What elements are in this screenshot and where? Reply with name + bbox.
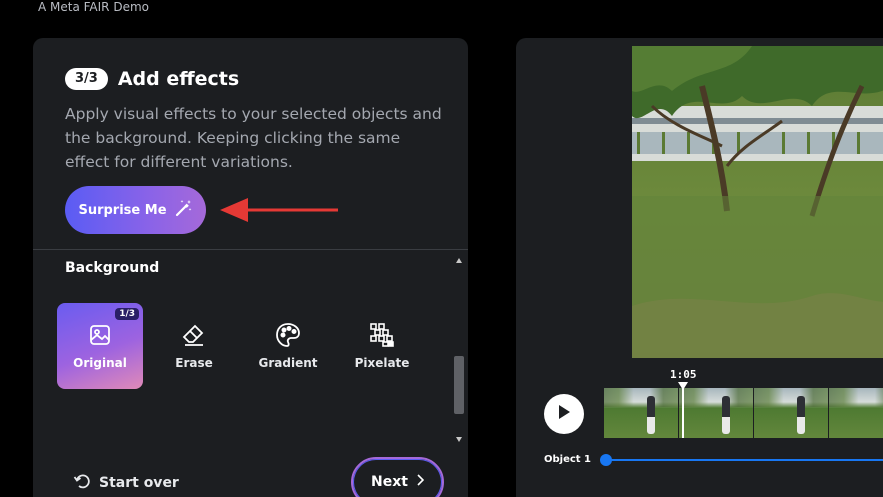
effect-gradient[interactable]: Gradient <box>245 303 331 389</box>
page-title: Add effects <box>117 68 240 90</box>
app-top-label: A Meta FAIR Demo <box>38 0 149 14</box>
filmstrip-frame <box>754 388 828 438</box>
play-icon <box>557 404 571 424</box>
video-panel: 1:05 Object 1 <box>516 38 883 497</box>
effects-scrollbar[interactable] <box>453 252 465 448</box>
effect-pixelate[interactable]: Pixelate <box>339 303 425 389</box>
pixelate-icon <box>369 322 395 348</box>
surprise-me-button[interactable]: Surprise Me <box>65 186 206 234</box>
panel-description: Apply visual effects to your selected ob… <box>65 105 442 171</box>
effect-label: Original <box>73 356 127 370</box>
next-label: Next <box>371 474 408 490</box>
start-over-button[interactable]: Start over <box>73 472 179 494</box>
surprise-me-label: Surprise Me <box>78 202 167 218</box>
object-track-handle[interactable] <box>600 454 612 466</box>
next-button[interactable]: Next <box>351 457 444 497</box>
undo-icon <box>73 472 91 494</box>
effect-drop[interactable] <box>245 422 331 450</box>
scroll-down-icon[interactable] <box>456 437 462 442</box>
effect-original[interactable]: 1/3 Original <box>57 303 143 389</box>
play-button[interactable] <box>544 394 584 434</box>
image-icon <box>87 322 113 348</box>
effect-cutout[interactable] <box>339 422 425 450</box>
eraser-icon <box>181 322 207 348</box>
effect-label: Erase <box>175 356 213 370</box>
start-over-label: Start over <box>99 475 179 491</box>
effect-label: Gradient <box>258 356 318 370</box>
section-title-background: Background <box>65 260 160 276</box>
video-filmstrip[interactable] <box>604 388 883 438</box>
effect-contrast[interactable] <box>57 422 143 450</box>
scroll-up-icon[interactable] <box>456 258 462 263</box>
filmstrip-frame <box>679 388 753 438</box>
filmstrip-frame <box>829 388 883 438</box>
variation-badge: 1/3 <box>115 308 139 320</box>
playhead-handle-icon[interactable] <box>678 382 688 390</box>
scroll-thumb[interactable] <box>454 356 464 414</box>
effect-erase[interactable]: Erase <box>151 303 237 389</box>
effect-label: Pixelate <box>354 356 410 370</box>
video-preview[interactable] <box>632 46 883 358</box>
filmstrip-frame <box>604 388 678 438</box>
effects-panel: 3/3 Add effects Apply visual effects to … <box>33 38 468 497</box>
chevron-right-icon <box>416 474 425 490</box>
step-badge: 3/3 <box>65 68 108 90</box>
palette-icon <box>275 322 301 348</box>
effect-text[interactable]: Aa <box>151 422 237 450</box>
timecode-label: 1:05 <box>670 368 697 381</box>
playhead[interactable] <box>682 382 684 438</box>
panel-header: 3/3 Add effects <box>65 68 239 90</box>
object-track-label: Object 1 <box>544 454 592 465</box>
effects-scroll-area: Background 1/3 Original Erase Gradient P… <box>33 250 453 450</box>
magic-wand-icon <box>173 198 193 222</box>
annotation-arrow <box>220 196 342 228</box>
object-track[interactable] <box>606 459 883 461</box>
